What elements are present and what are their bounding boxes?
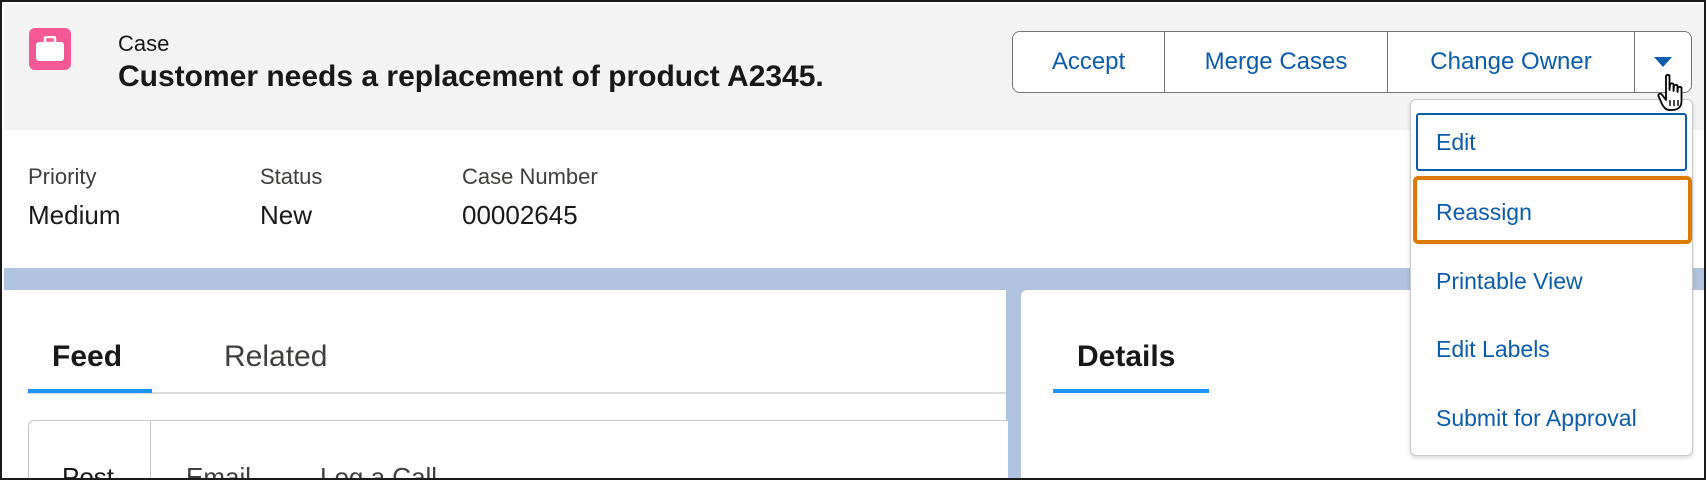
publisher-tab-post[interactable]: Post (62, 462, 114, 478)
publisher-tab-log-a-call[interactable]: Log a Call (320, 462, 437, 478)
priority-field: Priority Medium (28, 164, 120, 231)
menu-item-printable-view[interactable]: Printable View (1436, 268, 1583, 295)
chevron-down-icon (1654, 57, 1672, 67)
object-type-label: Case (118, 31, 170, 56)
publisher (28, 420, 1008, 478)
field-value: New (260, 200, 313, 230)
tab-feed[interactable]: Feed (52, 340, 122, 374)
field-value: Medium (28, 200, 121, 230)
field-label: Status (260, 164, 323, 189)
publisher-tab-divider (150, 421, 151, 478)
hand-pointer-icon (1656, 73, 1690, 118)
tab-details-underline (1053, 389, 1209, 393)
briefcase-icon (29, 28, 71, 70)
accept-button[interactable]: Accept (1013, 32, 1165, 92)
tab-related[interactable]: Related (224, 340, 327, 374)
menu-item-edit-labels[interactable]: Edit Labels (1436, 336, 1550, 363)
status-field: Status New (260, 164, 322, 231)
field-label: Priority (28, 164, 97, 189)
case-number-field: Case Number 00002645 (462, 164, 598, 231)
merge-cases-button[interactable]: Merge Cases (1165, 32, 1388, 92)
tab-feed-underline (28, 389, 152, 393)
tab-bar-divider (27, 392, 1006, 394)
publisher-tab-email[interactable]: Email (186, 462, 251, 478)
field-value: 00002645 (462, 200, 578, 230)
briefcase-icon-glyph (36, 36, 64, 61)
field-label: Case Number (462, 164, 598, 189)
change-owner-button[interactable]: Change Owner (1388, 32, 1635, 92)
menu-item-submit-for-approval[interactable]: Submit for Approval (1436, 405, 1637, 432)
tab-details[interactable]: Details (1077, 340, 1175, 374)
action-button-group: Accept Merge Cases Change Owner (1012, 31, 1692, 93)
record-header: Case Customer needs a replacement of pro… (4, 4, 1006, 130)
case-record-page: Case Customer needs a replacement of pro… (0, 0, 1706, 480)
page-title: Customer needs a replacement of product … (118, 60, 824, 93)
menu-item-reassign[interactable]: Reassign (1436, 199, 1532, 226)
menu-item-edit[interactable]: Edit (1436, 129, 1476, 156)
